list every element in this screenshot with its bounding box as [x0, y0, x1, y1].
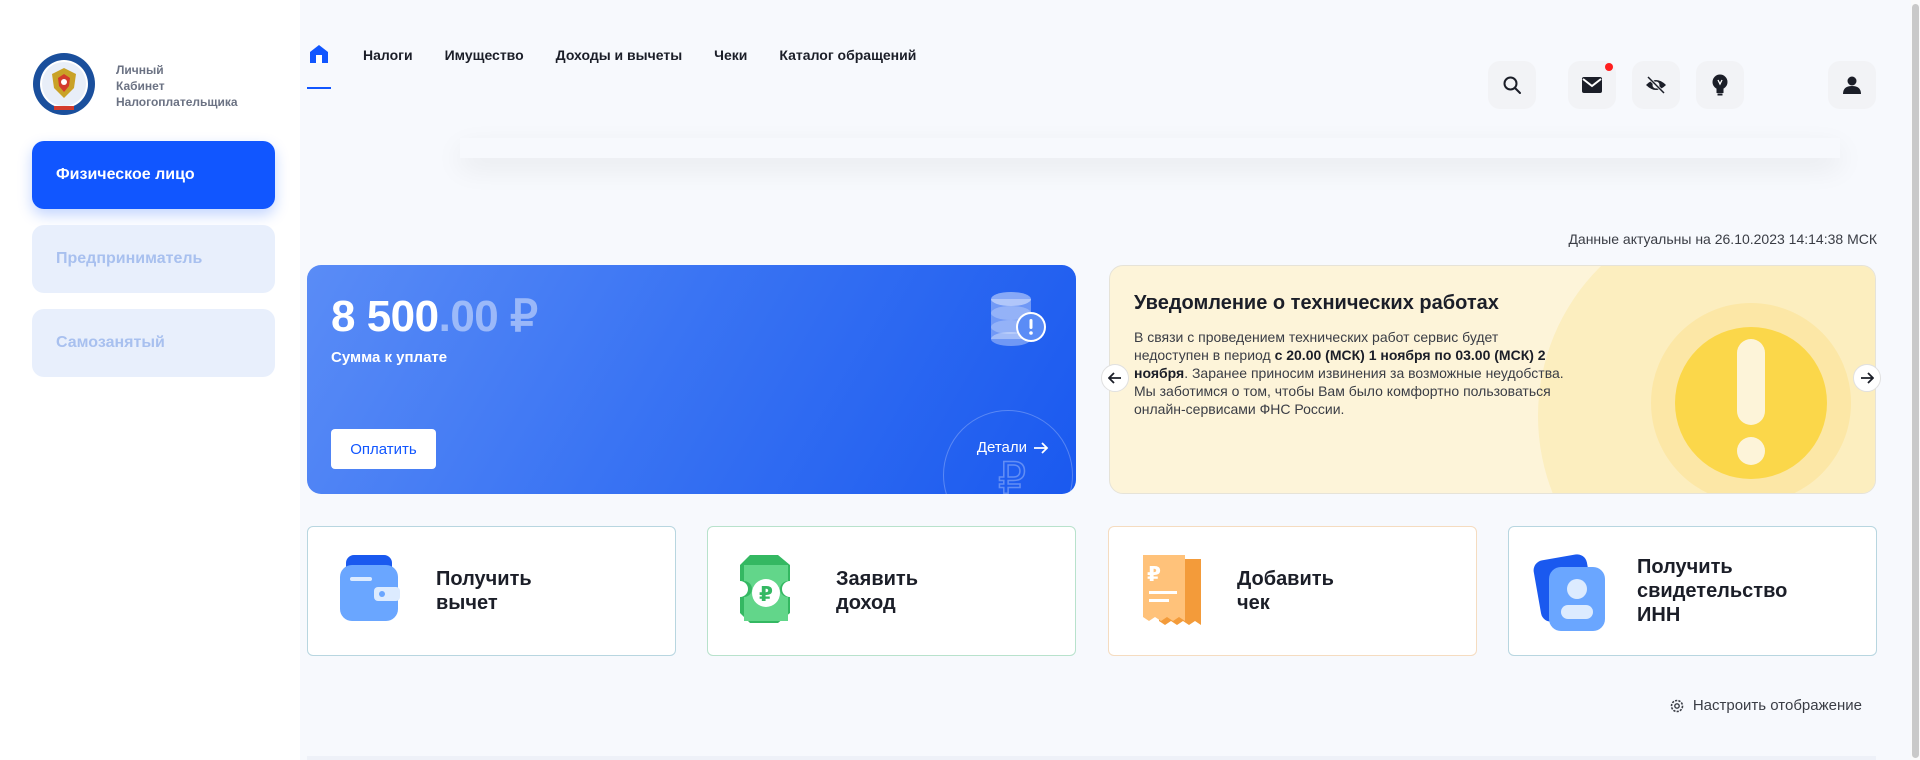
gear-icon: [1670, 699, 1684, 712]
notice-text: В связи с проведением технических работ …: [1134, 328, 1564, 418]
receipt-icon: ₽: [1133, 551, 1209, 633]
wallet-icon: [332, 551, 408, 633]
action-title: Получить свидетельство ИНН: [1637, 555, 1787, 627]
sidebar-item-label: Физическое лицо: [56, 166, 195, 183]
sidebar-item-label: Предприниматель: [56, 250, 203, 267]
arrow-right-icon: [1034, 441, 1049, 454]
customize-display-button[interactable]: Настроить отображение: [1669, 697, 1862, 714]
payment-card: 8 500.00 ₽ Сумма к уплате ₽ Оплатить Дет…: [307, 265, 1076, 494]
home-icon: [310, 45, 328, 63]
action-title-line-1: Добавить: [1237, 568, 1334, 590]
action-title: Получить вычет: [436, 567, 532, 615]
ruble-ticket-icon: ₽: [732, 551, 808, 633]
action-card-declare-income[interactable]: ₽ Заявить доход: [707, 526, 1076, 656]
action-title-line-2: чек: [1237, 592, 1270, 614]
amount-label: Сумма к уплате: [331, 349, 448, 366]
logo-line-1: Личный: [116, 63, 164, 77]
coins-warning-icon: [989, 291, 1049, 354]
arrow-right-icon: [1861, 372, 1874, 384]
nav-item-taxes[interactable]: Налоги: [363, 44, 413, 66]
nav-item-income[interactable]: Доходы и вычеты: [556, 44, 683, 66]
id-card-icon: [1533, 551, 1609, 633]
tips-button[interactable]: [1696, 61, 1744, 109]
details-link[interactable]: Детали: [977, 439, 1049, 456]
sidebar-item-entrepreneur[interactable]: Предприниматель: [32, 225, 275, 293]
arrow-left-icon: [1108, 372, 1121, 384]
carousel-prev-button[interactable]: [1101, 364, 1129, 392]
action-title-line-1: Заявить: [836, 568, 919, 590]
amount-cents: .00 ₽: [438, 292, 538, 341]
fns-emblem-icon[interactable]: [32, 52, 96, 116]
action-title-line-2: доход: [836, 592, 896, 614]
header-shadow: [460, 138, 1840, 158]
action-title-line-2: свидетельство: [1637, 580, 1788, 602]
nav-home[interactable]: [307, 44, 331, 92]
sidebar-item-individual[interactable]: Физическое лицо: [32, 141, 275, 209]
nav-item-catalog[interactable]: Каталог обращений: [779, 44, 916, 66]
nav-item-receipts[interactable]: Чеки: [714, 44, 747, 66]
user-icon: [1843, 76, 1861, 94]
search-button[interactable]: [1488, 61, 1536, 109]
logo-line-3: Налогоплательщика: [116, 95, 238, 109]
notification-dot: [1605, 63, 1613, 71]
amount-due: 8 500.00 ₽: [331, 291, 538, 342]
svg-text:₽: ₽: [759, 582, 773, 606]
action-title: Добавить чек: [1237, 567, 1334, 615]
mail-icon: [1582, 77, 1602, 93]
lightbulb-icon: [1712, 74, 1728, 96]
top-nav: Налоги Имущество Доходы и вычеты Чеки Ка…: [307, 44, 948, 92]
action-card-inn-certificate[interactable]: Получить свидетельство ИНН: [1508, 526, 1877, 656]
eye-off-icon: [1646, 75, 1666, 95]
action-title-line-3: ИНН: [1637, 604, 1681, 626]
search-icon: [1503, 76, 1521, 94]
action-card-deduction[interactable]: Получить вычет: [307, 526, 676, 656]
action-title-line-2: вычет: [436, 592, 498, 614]
carousel-next-button[interactable]: [1853, 364, 1881, 392]
notice-title: Уведомление о технических работах: [1134, 292, 1499, 314]
scrollbar[interactable]: [1911, 0, 1920, 760]
svg-text:₽: ₽: [1147, 562, 1161, 586]
sidebar-item-label: Самозанятый: [56, 334, 165, 351]
sidebar: Личный Кабинет Налогоплательщика Физичес…: [0, 0, 300, 760]
nav-item-property[interactable]: Имущество: [445, 44, 524, 66]
data-actual-timestamp: Данные актуальны на 26.10.2023 14:14:38 …: [1568, 231, 1877, 247]
profile-button[interactable]: [1828, 61, 1876, 109]
logo-text: Личный Кабинет Налогоплательщика: [116, 62, 238, 110]
scrollbar-thumb[interactable]: [1912, 4, 1919, 758]
action-card-add-receipt[interactable]: ₽ Добавить чек: [1108, 526, 1477, 656]
pay-button[interactable]: Оплатить: [331, 429, 436, 469]
mail-button[interactable]: [1568, 61, 1616, 109]
warning-icon: [1651, 303, 1851, 493]
next-section-edge: [307, 756, 1876, 760]
notice-card: Уведомление о технических работах В связ…: [1109, 265, 1876, 494]
action-title-line-1: Получить: [1637, 556, 1733, 578]
customize-label: Настроить отображение: [1692, 697, 1862, 714]
action-title: Заявить доход: [836, 567, 918, 615]
action-title-line-1: Получить: [436, 568, 532, 590]
sidebar-item-self-employed[interactable]: Самозанятый: [32, 309, 275, 377]
svg-text:₽: ₽: [998, 453, 1026, 494]
amount-integer: 8 500: [331, 292, 439, 341]
nav-active-underline: [307, 87, 331, 89]
notice-text-part-2: . Заранее приносим извинения за возможны…: [1134, 365, 1564, 417]
details-label: Детали: [976, 439, 1027, 456]
logo-line-2: Кабинет: [116, 79, 165, 93]
hide-amounts-button[interactable]: [1632, 61, 1680, 109]
